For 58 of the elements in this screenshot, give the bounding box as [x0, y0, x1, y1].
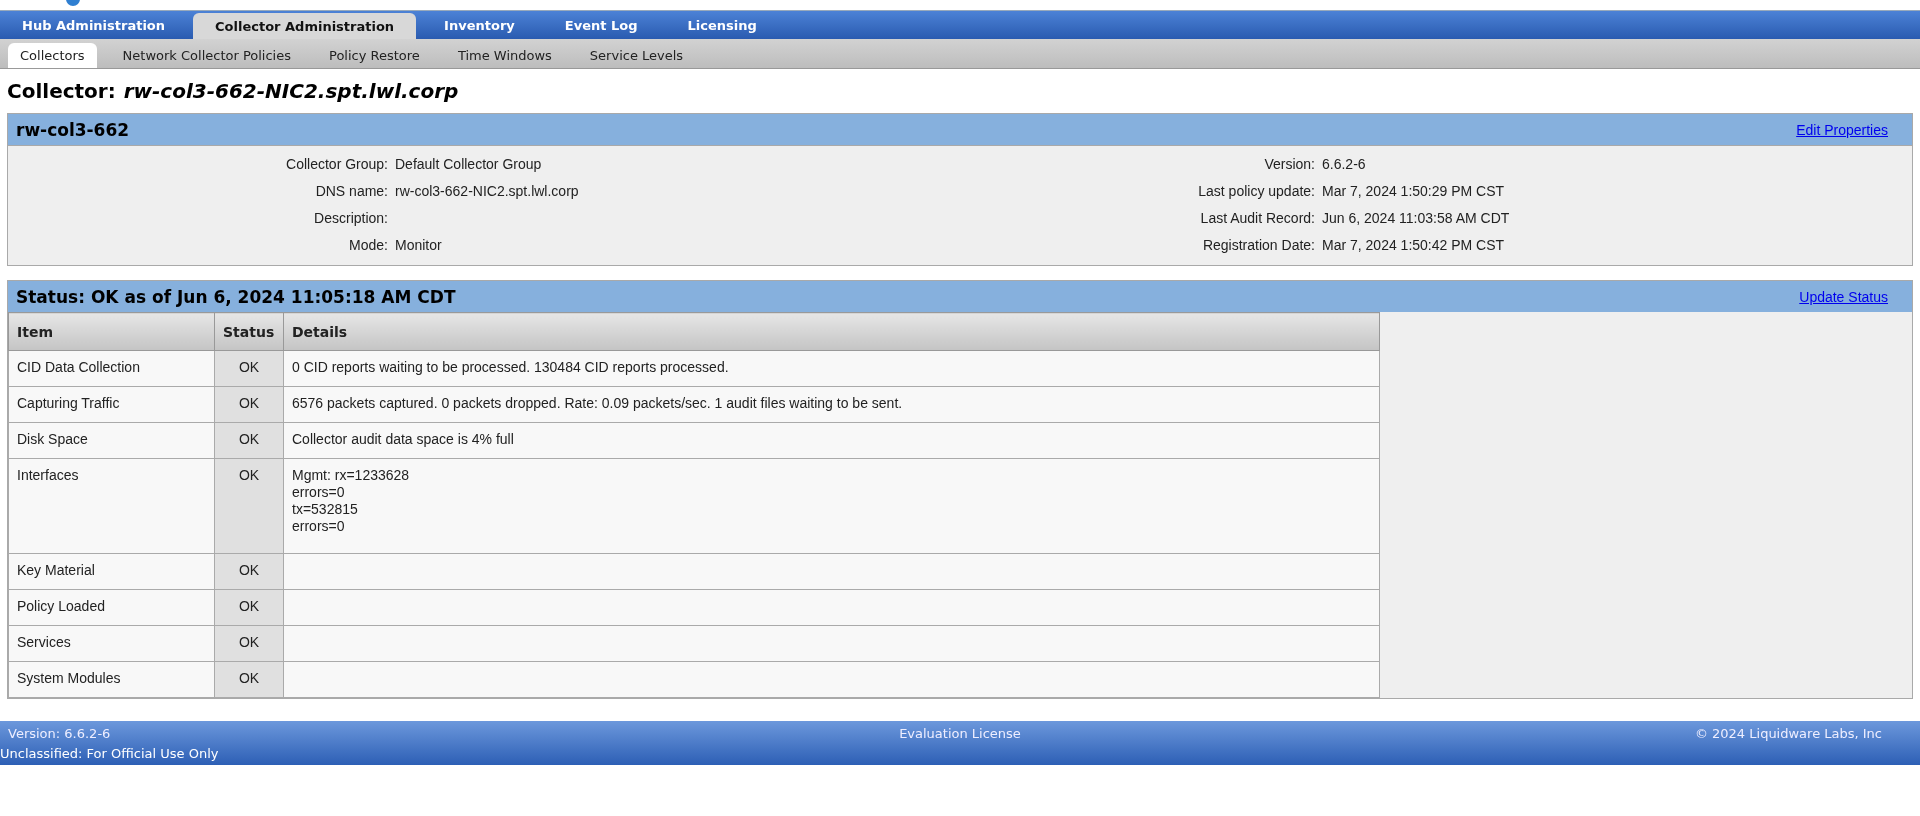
status-cell: OK: [214, 625, 284, 662]
field-value: rw-col3-662-NIC2.spt.lwl.corp: [395, 182, 580, 201]
field-value: 6.6.2-6: [1322, 155, 1367, 174]
field-label: Version:: [1263, 155, 1315, 174]
panel-title: rw-col3-662: [16, 119, 130, 140]
status-cell: OK: [214, 422, 284, 459]
status-cell: OK: [214, 661, 284, 698]
sub-tab[interactable]: Collectors: [8, 43, 97, 68]
update-status-link[interactable]: Update Status: [1799, 288, 1888, 305]
main-tab[interactable]: Hub Administration: [0, 11, 188, 39]
status-cell: OK: [214, 458, 284, 554]
details-text: 6576 packets captured. 0 packets dropped. Rate: 0.09 packets/sec. 1 audit files waiting to be sent.: [292, 394, 903, 412]
edit-properties-link[interactable]: Edit Properties: [1796, 121, 1888, 138]
field-value: Monitor: [395, 236, 443, 255]
main-tab[interactable]: Event Log: [542, 11, 660, 39]
sub-tab[interactable]: Service Levels: [577, 43, 696, 68]
details-text: Mgmt: rx=1233628 errors=0 tx=532815 errors=0: [292, 466, 410, 535]
column-header: Item: [8, 312, 215, 351]
status-cell: OK: [214, 553, 284, 590]
sub-tab[interactable]: Time Windows: [445, 43, 564, 68]
copyright-text: © 2024 Liquidware Labs, Inc: [1693, 726, 1883, 741]
field-label: Last policy update:: [1197, 182, 1315, 201]
collector-name: rw-col3-662-NIC2.spt.lwl.corp: [123, 79, 459, 103]
details-text: 0 CID reports waiting to be processed. 130484 CID reports processed.: [292, 358, 729, 376]
status-cell: OK: [214, 350, 284, 387]
sub-tab[interactable]: Network Collector Policies: [110, 43, 303, 68]
main-tab[interactable]: Inventory: [422, 11, 537, 39]
table-cell: CID Data Collection: [8, 350, 215, 387]
field-label: Collector Group:: [285, 155, 388, 174]
table-cell: Policy Loaded: [8, 589, 215, 626]
table-cell: System Modules: [8, 661, 215, 698]
field-value: Default Collector Group: [395, 155, 543, 174]
field-value: Mar 7, 2024 1:50:29 PM CST: [1322, 182, 1506, 201]
title-label: Collector:: [7, 79, 116, 103]
field-label: Registration Date:: [1201, 236, 1315, 255]
sub-tab[interactable]: Policy Restore: [317, 43, 432, 68]
table-cell: Capturing Traffic: [8, 386, 215, 423]
main-tab[interactable]: Collector Administration: [193, 13, 417, 39]
field-value: Mar 7, 2024 1:50:42 PM CST: [1322, 236, 1506, 255]
field-label: Description:: [313, 209, 388, 228]
column-header: Status: [214, 312, 284, 351]
details-text: Collector audit data space is 4% full: [292, 430, 514, 448]
field-label: Mode:: [348, 236, 388, 255]
version-text: Version: 6.6.2-6: [8, 726, 112, 741]
column-header: Details: [283, 312, 1380, 351]
field-label: DNS name:: [314, 182, 388, 201]
table-cell: Key Material: [8, 553, 215, 590]
status-title: Status: OK as of Jun 6, 2024 11:05:18 AM CDT: [16, 286, 456, 307]
status-cell: OK: [214, 589, 284, 626]
status-cell: OK: [214, 386, 284, 423]
table-cell: Disk Space: [8, 422, 215, 459]
classification-text: Unclassified: For Official Use Only: [0, 746, 219, 761]
table-cell: Interfaces: [8, 458, 215, 554]
table-cell: Services: [8, 625, 215, 662]
license-text: Evaluation License: [899, 726, 1021, 741]
main-tab[interactable]: Licensing: [665, 11, 779, 39]
field-value: Jun 6, 2024 11:03:58 AM CDT: [1322, 209, 1511, 228]
field-label: Last Audit Record:: [1199, 209, 1315, 228]
